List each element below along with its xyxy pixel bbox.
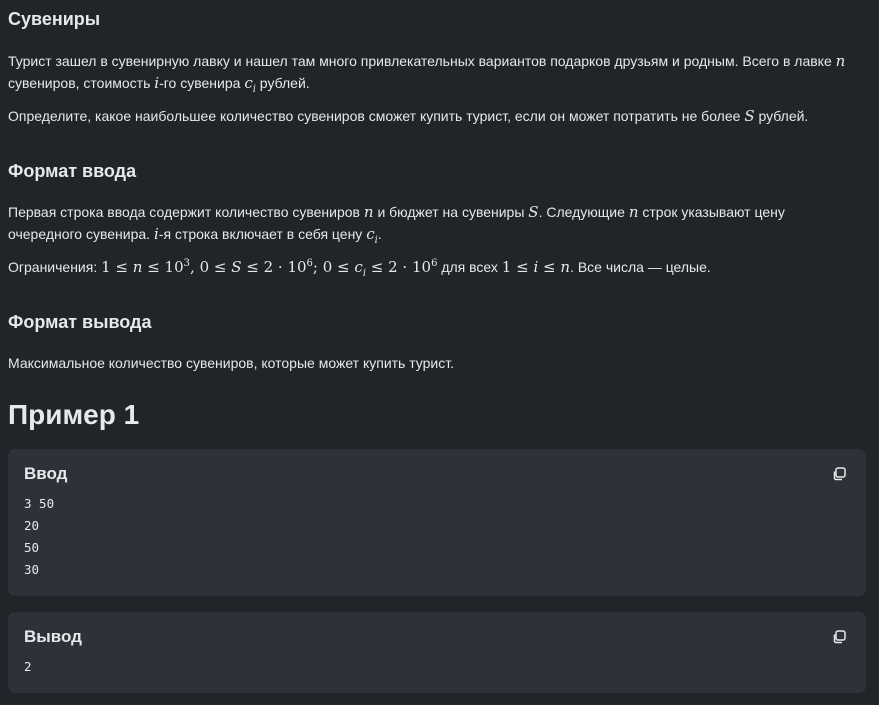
- output-format-text: Максимальное количество сувениров, котор…: [8, 355, 454, 371]
- example-output-card: Вывод 2: [8, 612, 866, 693]
- example-output-code: 2: [24, 659, 32, 674]
- example-title: Пример 1: [8, 399, 140, 430]
- math-var-c: c: [244, 74, 253, 92]
- math-var-s: S: [744, 107, 755, 125]
- input-format-heading: Формат ввода: [8, 161, 137, 181]
- math-var-n: n: [835, 52, 846, 70]
- constraints-paragraph: Ограничения: 1 ≤ n ≤ 103, 0 ≤ S ≤ 2 · 10…: [8, 258, 711, 279]
- example-input-label: Ввод: [24, 464, 68, 483]
- output-format-heading: Формат вывода: [8, 312, 152, 332]
- copy-icon[interactable]: [832, 467, 846, 481]
- example-output-label: Вывод: [24, 627, 82, 646]
- statement-paragraph-1: Турист зашел в сувенирную лавку и нашел …: [8, 52, 846, 95]
- input-format-paragraph: Первая строка ввода содержит количество …: [8, 203, 785, 246]
- example-input-card: Ввод 3 50 20 50 30: [8, 449, 866, 596]
- example-input-code: 3 50 20 50 30: [24, 496, 55, 577]
- constraint-formula: 1 ≤ n ≤ 103, 0 ≤ S ≤ 2 · 106; 0 ≤ ci ≤ 2…: [101, 258, 438, 279]
- statement-paragraph-2: Определите, какое наибольшее количество …: [8, 107, 809, 125]
- copy-icon[interactable]: [832, 630, 846, 644]
- problem-title: Сувениры: [8, 9, 101, 29]
- constraint-range: 1 ≤ i ≤ n: [501, 258, 571, 276]
